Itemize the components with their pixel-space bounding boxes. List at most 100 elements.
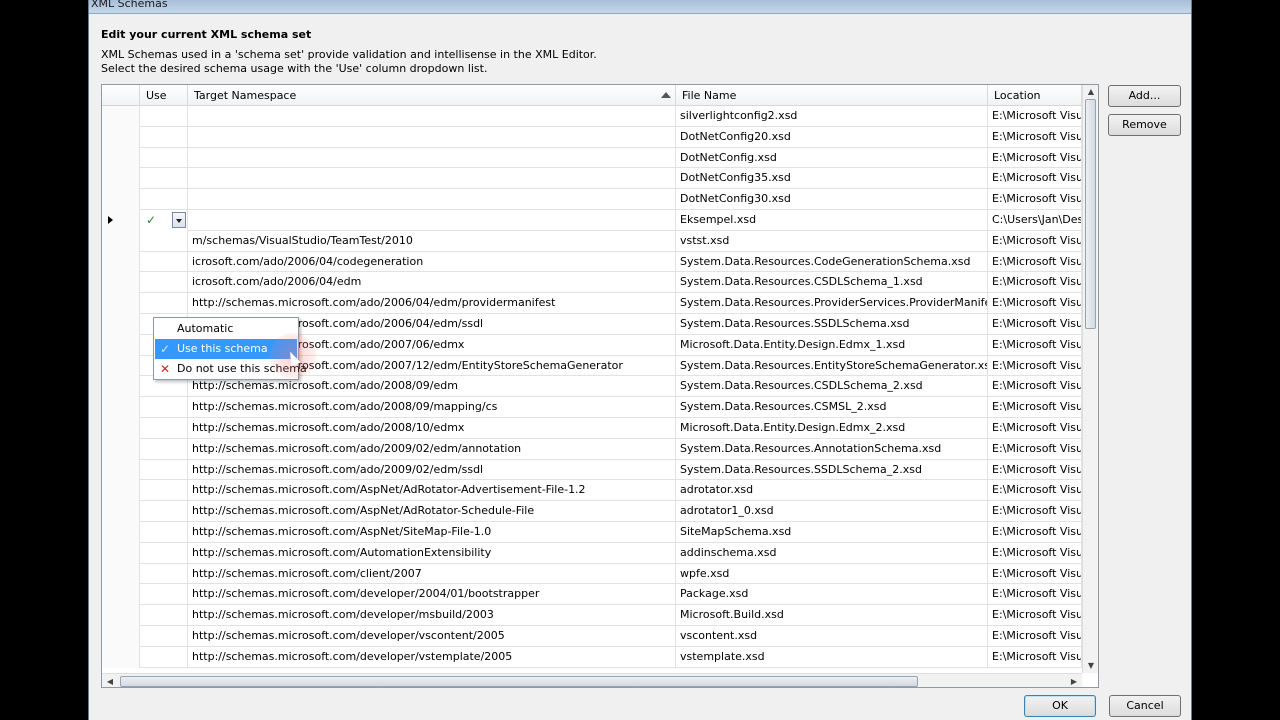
scroll-down-icon[interactable]: ▼: [1083, 659, 1098, 673]
use-cell[interactable]: [140, 625, 188, 647]
target-namespace-cell[interactable]: http://schemas.microsoft.com/ado/2008/10…: [188, 417, 676, 439]
row-header[interactable]: [102, 334, 140, 356]
file-name-cell[interactable]: DotNetConfig35.xsd: [676, 168, 988, 190]
use-cell[interactable]: [140, 605, 188, 626]
target-namespace-cell[interactable]: [188, 126, 676, 148]
location-cell[interactable]: E:\Microsoft Visua: [988, 147, 1082, 169]
add-button[interactable]: Add...: [1108, 85, 1181, 107]
file-name-cell[interactable]: System.Data.Resources.CSDLSchema_2.xsd: [676, 376, 988, 398]
header-file-name[interactable]: File Name: [676, 85, 988, 106]
row-header[interactable]: [102, 521, 140, 543]
location-cell[interactable]: E:\Microsoft Visua: [988, 584, 1082, 606]
use-cell[interactable]: [140, 584, 188, 606]
target-namespace-cell[interactable]: http://schemas.microsoft.com/ado/2009/02…: [188, 438, 676, 460]
location-cell[interactable]: E:\Microsoft Visua: [988, 376, 1082, 398]
file-name-cell[interactable]: silverlightconfig2.xsd: [676, 106, 988, 127]
file-name-cell[interactable]: vstemplate.xsd: [676, 646, 988, 668]
location-cell[interactable]: E:\Microsoft Visua: [988, 480, 1082, 502]
file-name-cell[interactable]: System.Data.Resources.AnnotationSchema.x…: [676, 438, 988, 460]
row-header[interactable]: [102, 417, 140, 439]
target-namespace-cell[interactable]: http://schemas.microsoft.com/developer/2…: [188, 584, 676, 606]
table-row[interactable]: DotNetConfig30.xsd E:\Microsoft Visua: [102, 189, 1082, 210]
row-header[interactable]: [102, 501, 140, 522]
table-row[interactable]: DotNetConfig35.xsd E:\Microsoft Visua: [102, 168, 1082, 190]
table-row[interactable]: http://schemas.microsoft.com/ado/2009/02…: [102, 459, 1082, 481]
location-cell[interactable]: E:\Microsoft Visua: [988, 355, 1082, 377]
scroll-left-icon[interactable]: ◀: [102, 674, 118, 687]
location-cell[interactable]: E:\Microsoft Visua: [988, 605, 1082, 626]
vertical-scroll-thumb[interactable]: [1085, 99, 1096, 329]
use-cell[interactable]: [140, 147, 188, 169]
row-header[interactable]: [102, 459, 140, 481]
target-namespace-cell[interactable]: [188, 168, 676, 190]
use-cell[interactable]: [140, 126, 188, 148]
table-row[interactable]: http://schemas.microsoft.com/ado/2008/10…: [102, 417, 1082, 439]
file-name-cell[interactable]: DotNetConfig.xsd: [676, 147, 988, 169]
target-namespace-cell[interactable]: http://schemas.microsoft.com/client/2007: [188, 563, 676, 585]
target-namespace-cell[interactable]: http://schemas.microsoft.com/ado/2008/09…: [188, 397, 676, 418]
use-cell[interactable]: [140, 168, 188, 190]
table-row[interactable]: DotNetConfig20.xsd E:\Microsoft Visua: [102, 126, 1082, 148]
target-namespace-cell[interactable]: http://schemas.microsoft.com/developer/v…: [188, 625, 676, 647]
file-name-cell[interactable]: adrotator1_0.xsd: [676, 501, 988, 522]
location-cell[interactable]: E:\Microsoft Visua: [988, 106, 1082, 127]
use-cell[interactable]: ✓: [140, 209, 188, 231]
target-namespace-cell[interactable]: icrosoft.com/ado/2006/04/edm: [188, 272, 676, 294]
row-header[interactable]: [102, 355, 140, 377]
location-cell[interactable]: E:\Microsoft Visua: [988, 459, 1082, 481]
file-name-cell[interactable]: Microsoft.Build.xsd: [676, 605, 988, 626]
location-cell[interactable]: E:\Microsoft Visua: [988, 189, 1082, 210]
use-cell[interactable]: [140, 542, 188, 564]
target-namespace-cell[interactable]: [188, 189, 676, 210]
row-header[interactable]: [102, 189, 140, 210]
horizontal-scrollbar[interactable]: ◀ ▶: [102, 673, 1082, 687]
row-header[interactable]: [102, 625, 140, 647]
location-cell[interactable]: E:\Microsoft Visua: [988, 272, 1082, 294]
row-header[interactable]: [102, 230, 140, 252]
use-cell[interactable]: [140, 106, 188, 127]
location-cell[interactable]: C:\Users\Jan\Desk: [988, 209, 1082, 231]
table-row[interactable]: http://schemas.microsoft.com/ado/2008/09…: [102, 397, 1082, 418]
use-cell[interactable]: [140, 563, 188, 585]
target-namespace-cell[interactable]: http://schemas.microsoft.com/developer/v…: [188, 646, 676, 668]
vertical-scrollbar[interactable]: ▲ ▼: [1082, 85, 1098, 673]
row-header[interactable]: [102, 126, 140, 148]
target-namespace-cell[interactable]: http://schemas.microsoft.com/ado/2009/02…: [188, 459, 676, 481]
location-cell[interactable]: E:\Microsoft Visua: [988, 168, 1082, 190]
row-header[interactable]: [102, 147, 140, 169]
file-name-cell[interactable]: SiteMapSchema.xsd: [676, 521, 988, 543]
target-namespace-cell[interactable]: [188, 147, 676, 169]
row-header[interactable]: [102, 251, 140, 273]
file-name-cell[interactable]: System.Data.Resources.ProviderServices.P…: [676, 293, 988, 314]
use-cell[interactable]: [140, 293, 188, 314]
location-cell[interactable]: E:\Microsoft Visua: [988, 334, 1082, 356]
row-header[interactable]: [102, 646, 140, 668]
location-cell[interactable]: E:\Microsoft Visua: [988, 230, 1082, 252]
use-cell[interactable]: [140, 438, 188, 460]
file-name-cell[interactable]: System.Data.Resources.SSDLSchema_2.xsd: [676, 459, 988, 481]
table-row[interactable]: m/schemas/VisualStudio/TeamTest/2010 vsts…: [102, 230, 1082, 252]
file-name-cell[interactable]: Eksempel.xsd: [676, 209, 988, 231]
location-cell[interactable]: E:\Microsoft Visua: [988, 625, 1082, 647]
table-row[interactable]: http://schemas.microsoft.com/client/2007…: [102, 563, 1082, 585]
location-cell[interactable]: E:\Microsoft Visua: [988, 542, 1082, 564]
target-namespace-cell[interactable]: http://schemas.microsoft.com/AspNet/AdRo…: [188, 480, 676, 502]
remove-button[interactable]: Remove: [1108, 114, 1181, 136]
use-cell[interactable]: [140, 272, 188, 294]
target-namespace-cell[interactable]: icrosoft.com/ado/2006/04/codegeneration: [188, 251, 676, 273]
table-row[interactable]: silverlightconfig2.xsd E:\Microsoft Visua: [102, 106, 1082, 127]
table-row[interactable]: ✓ Eksempel.xsd C:\Users\Jan\Desk: [102, 209, 1082, 231]
file-name-cell[interactable]: addinschema.xsd: [676, 542, 988, 564]
file-name-cell[interactable]: System.Data.Resources.EntityStoreSchemaG…: [676, 355, 988, 377]
target-namespace-cell[interactable]: [188, 209, 676, 231]
row-header[interactable]: [102, 480, 140, 502]
row-header[interactable]: [102, 563, 140, 585]
file-name-cell[interactable]: DotNetConfig30.xsd: [676, 189, 988, 210]
table-row[interactable]: http://schemas.microsoft.com/ado/2009/02…: [102, 438, 1082, 460]
file-name-cell[interactable]: System.Data.Resources.CSMSL_2.xsd: [676, 397, 988, 418]
table-row[interactable]: http://schemas.microsoft.com/developer/v…: [102, 646, 1082, 668]
horizontal-scroll-thumb[interactable]: [120, 676, 918, 687]
row-header[interactable]: [102, 438, 140, 460]
location-cell[interactable]: E:\Microsoft Visua: [988, 501, 1082, 522]
location-cell[interactable]: E:\Microsoft Visua: [988, 438, 1082, 460]
